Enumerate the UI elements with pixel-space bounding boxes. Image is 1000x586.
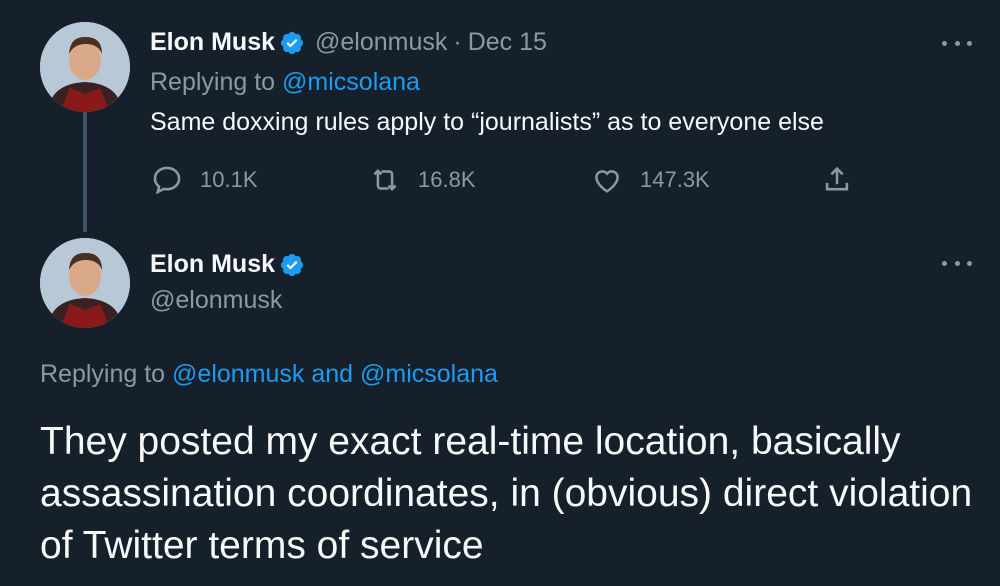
tweet-text: Same doxxing rules apply to “journalists…: [150, 108, 824, 136]
avatar[interactable]: [40, 238, 130, 328]
retweet-icon: [373, 168, 397, 192]
reply-button[interactable]: 10.1K: [150, 163, 258, 197]
timestamp[interactable]: Dec 15: [468, 28, 547, 57]
mention-link[interactable]: @micsolana: [282, 68, 420, 96]
share-button[interactable]: [820, 163, 870, 197]
like-count: 147.3K: [640, 167, 710, 192]
retweet-button[interactable]: 16.8K: [368, 163, 476, 197]
replying-to: Replying to @elonmusk and @micsolana: [40, 360, 498, 389]
separator: ·: [453, 28, 462, 56]
reply-icon: [153, 166, 181, 195]
tweet2-header: Elon Musk: [150, 250, 315, 279]
replying-label: Replying to: [150, 68, 276, 96]
reply-count: 10.1K: [200, 167, 258, 192]
more-icon[interactable]: [942, 38, 972, 48]
mention-link[interactable]: @elonmusk and @micsolana: [172, 360, 498, 388]
handle[interactable]: @elonmusk: [315, 28, 447, 57]
tweet1-header: Elon Musk @elonmusk · Dec 15: [150, 28, 547, 57]
display-name[interactable]: Elon Musk: [150, 28, 275, 57]
avatar[interactable]: [40, 22, 130, 112]
handle[interactable]: @elonmusk: [150, 286, 282, 315]
heart-icon: [595, 170, 619, 193]
more-icon[interactable]: [942, 258, 972, 268]
share-icon: [825, 166, 849, 191]
like-button[interactable]: 147.3K: [590, 163, 710, 197]
tweet-text: They posted my exact real-time location,…: [40, 420, 973, 567]
replying-label: Replying to: [40, 360, 166, 388]
thread-connector-line: [83, 112, 87, 232]
replying-to: Replying to @micsolana: [150, 68, 420, 97]
verified-badge-icon: [280, 31, 304, 54]
verified-badge-icon: [280, 253, 304, 276]
retweet-count: 16.8K: [418, 167, 476, 192]
display-name[interactable]: Elon Musk: [150, 250, 275, 279]
tweet-actions: 10.1K 16.8K 147.3K: [150, 163, 870, 203]
